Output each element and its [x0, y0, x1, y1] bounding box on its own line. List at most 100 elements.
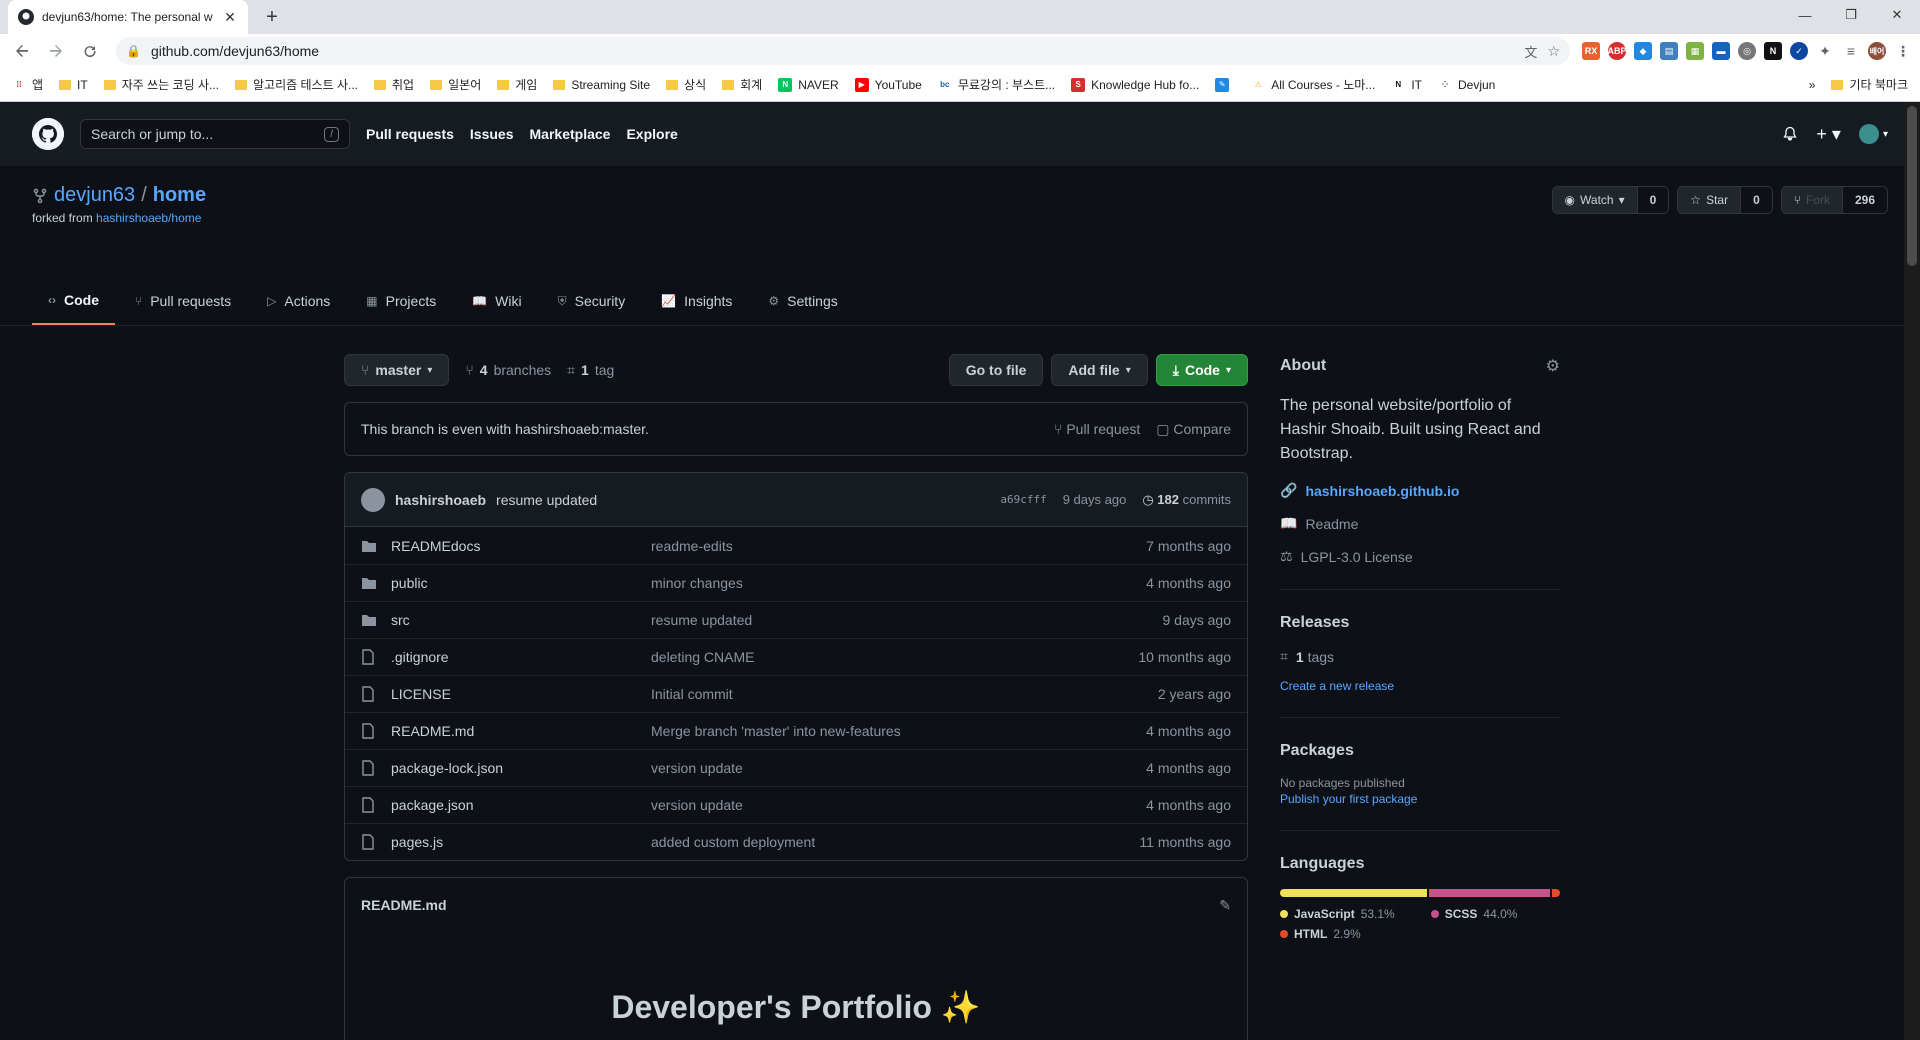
lock-icon[interactable]: 🔒	[126, 44, 141, 58]
commit-author[interactable]: hashirshoaeb	[395, 492, 486, 508]
bookmark-item[interactable]: ▶ YouTube	[854, 77, 922, 92]
bookmark-item[interactable]: N NAVER	[778, 77, 839, 92]
file-row[interactable]: package.json version update 4 months ago	[345, 786, 1247, 823]
repo-owner-link[interactable]: devjun63	[54, 184, 135, 207]
bookmark-item[interactable]: 상식	[666, 76, 706, 93]
minimize-icon[interactable]: —	[1782, 0, 1828, 30]
bookmarks-overflow-icon[interactable]: »	[1809, 78, 1816, 92]
file-row[interactable]: src resume updated 9 days ago	[345, 601, 1247, 638]
pull-request-link[interactable]: ⑂ Pull request	[1054, 421, 1140, 438]
reload-icon[interactable]	[76, 37, 104, 65]
tags-link[interactable]: ⌗ 1 tag	[567, 362, 614, 379]
star-count[interactable]: 0	[1740, 187, 1772, 213]
nav-issues[interactable]: Issues	[470, 126, 514, 142]
file-commit-message[interactable]: resume updated	[651, 612, 1163, 628]
watch-count[interactable]: 0	[1636, 187, 1669, 213]
url-text[interactable]: github.com/devjun63/home	[151, 43, 1514, 59]
pencil-icon[interactable]: ✎	[1219, 897, 1231, 914]
file-commit-message[interactable]: Initial commit	[651, 686, 1158, 702]
bookmark-item[interactable]: IT	[59, 78, 88, 92]
page-scrollbar[interactable]	[1904, 102, 1920, 1040]
bookmark-star-icon[interactable]: ☆	[1547, 43, 1560, 60]
bookmark-item[interactable]: ✎	[1215, 77, 1235, 92]
adblock-icon[interactable]: ABP	[1608, 42, 1627, 60]
bookmark-item[interactable]: 게임	[497, 76, 537, 93]
scrollbar-thumb[interactable]	[1907, 106, 1917, 266]
file-name[interactable]: package-lock.json	[391, 760, 651, 776]
forward-icon[interactable]	[42, 37, 70, 65]
file-row[interactable]: READMEdocs readme-edits 7 months ago	[345, 527, 1247, 564]
notion-extension-icon[interactable]: N	[1764, 42, 1782, 60]
commit-author-avatar[interactable]	[361, 487, 385, 512]
bookmark-item[interactable]: ⚠ All Courses - 노마...	[1251, 76, 1375, 93]
releases-title[interactable]: Releases	[1280, 614, 1560, 632]
packages-title[interactable]: Packages	[1280, 742, 1560, 760]
file-row[interactable]: .gitignore deleting CNAME 10 months ago	[345, 638, 1247, 675]
puzzle-icon[interactable]: ✦	[1816, 42, 1834, 60]
homepage-url[interactable]: hashirshoaeb.github.io	[1305, 483, 1459, 499]
close-tab-icon[interactable]: ✕	[222, 9, 238, 26]
tab-actions[interactable]: ▷ Actions	[251, 277, 346, 325]
file-name[interactable]: README.md	[391, 723, 651, 739]
file-name[interactable]: LICENSE	[391, 686, 651, 702]
bookmark-item[interactable]: N IT	[1391, 77, 1422, 92]
nav-explore[interactable]: Explore	[626, 126, 677, 142]
bookmark-item[interactable]: 자주 쓰는 코딩 사...	[103, 76, 219, 93]
file-row[interactable]: pages.js added custom deployment 11 months…	[345, 823, 1247, 860]
extension-rx-icon[interactable]: RX	[1582, 42, 1600, 60]
window-close-icon[interactable]: ✕	[1874, 0, 1920, 30]
branch-select-button[interactable]: ⑂ master ▾	[344, 354, 450, 386]
file-commit-message[interactable]: version update	[651, 760, 1146, 776]
file-commit-message[interactable]: readme-edits	[651, 538, 1146, 554]
translate-icon[interactable]: 文	[1524, 42, 1537, 61]
file-name[interactable]: package.json	[391, 797, 651, 813]
language-item[interactable]: SCSS 44.0%	[1430, 907, 1517, 921]
extension-blue-icon[interactable]: ▤	[1660, 42, 1678, 60]
repo-name-link[interactable]: home	[153, 184, 206, 207]
tab-security[interactable]: ⛨ Security	[542, 277, 642, 325]
file-name[interactable]: .gitignore	[391, 649, 651, 665]
file-row[interactable]: LICENSE Initial commit 2 years ago	[345, 675, 1247, 712]
bell-icon[interactable]	[1782, 126, 1798, 142]
watch-button[interactable]: ◉ Watch ▾	[1552, 187, 1637, 213]
file-name[interactable]: src	[391, 612, 651, 628]
file-name[interactable]: READMEdocs	[391, 538, 651, 554]
restore-icon[interactable]: ❐	[1828, 0, 1874, 30]
language-item[interactable]: HTML 2.9%	[1280, 927, 1361, 941]
commit-sha[interactable]: a69cfff	[1000, 493, 1046, 506]
extension-doc-icon[interactable]: ▬	[1712, 42, 1730, 60]
nav-pull-requests[interactable]: Pull requests	[366, 126, 454, 142]
go-to-file-button[interactable]: Go to file	[948, 354, 1044, 386]
tab-projects[interactable]: ▦ Projects	[350, 277, 452, 325]
plus-dropdown-icon[interactable]: + ▾	[1816, 124, 1841, 145]
bookmark-item[interactable]: bc 무료강의 : 부스트...	[937, 76, 1055, 93]
search-input[interactable]: Search or jump to... /	[80, 119, 350, 149]
forked-from-link[interactable]: hashirshoaeb/home	[96, 211, 201, 225]
other-bookmarks[interactable]: 기타 북마크	[1831, 76, 1908, 93]
extension-check-icon[interactable]: ✓	[1790, 42, 1808, 60]
file-commit-message[interactable]: minor changes	[651, 575, 1146, 591]
file-commit-message[interactable]: version update	[651, 797, 1146, 813]
commits-link[interactable]: ◷ 182 commits	[1142, 492, 1231, 508]
back-icon[interactable]	[8, 37, 36, 65]
file-commit-message[interactable]: deleting CNAME	[651, 649, 1138, 665]
tab-wiki[interactable]: 📖 Wiki	[456, 277, 537, 325]
bookmark-item[interactable]: 알고리즘 테스트 사...	[235, 76, 358, 93]
new-tab-icon[interactable]: +	[260, 5, 284, 29]
github-logo-icon[interactable]	[32, 118, 64, 150]
license-link[interactable]: ⚖ LGPL-3.0 License	[1280, 548, 1560, 565]
readme-filename[interactable]: README.md	[361, 897, 447, 913]
shield-extension-icon[interactable]: ◆	[1634, 42, 1652, 60]
compare-link[interactable]: ▢ Compare	[1156, 421, 1231, 438]
fork-count[interactable]: 296	[1841, 187, 1887, 213]
language-item[interactable]: JavaScript 53.1%	[1280, 907, 1395, 921]
star-button[interactable]: ☆ Star	[1678, 187, 1741, 213]
file-name[interactable]: pages.js	[391, 834, 651, 850]
publish-package-link[interactable]: Publish your first package	[1280, 792, 1560, 806]
tab-settings[interactable]: ⚙ Settings	[752, 277, 853, 325]
gear-icon[interactable]: ⚙	[1546, 356, 1560, 376]
browser-tab[interactable]: devjun63/home: The personal w ✕	[8, 0, 248, 34]
homepage-link[interactable]: 🔗 hashirshoaeb.github.io	[1280, 482, 1560, 499]
nav-marketplace[interactable]: Marketplace	[530, 126, 611, 142]
file-row[interactable]: README.md Merge branch 'master' into new-…	[345, 712, 1247, 749]
